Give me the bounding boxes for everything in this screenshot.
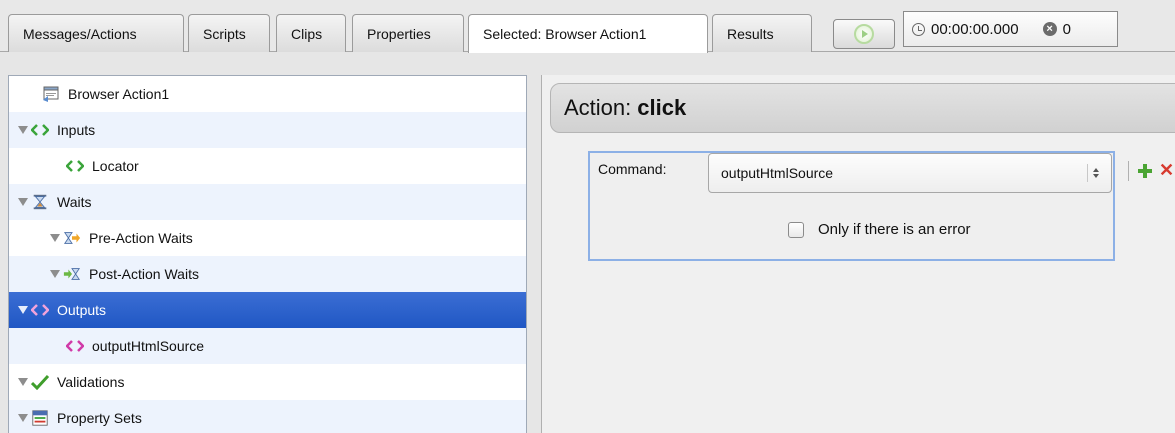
tree-item-label: Validations	[57, 374, 125, 390]
tree-item-validations[interactable]: Validations	[9, 364, 526, 400]
disclosure-triangle-icon[interactable]	[18, 198, 28, 206]
tab-label: Properties	[367, 25, 431, 42]
error-only-checkbox[interactable]	[788, 221, 804, 238]
tree-item-label: Outputs	[57, 302, 107, 318]
tab-label: Results	[727, 25, 774, 42]
action-detail-panel: Action: click Command: outputHtmlSource …	[541, 75, 1175, 433]
command-label: Command:	[598, 161, 667, 177]
tab-selected-browser-action[interactable]: Selected: Browser Action1	[468, 14, 708, 53]
tree-item-browser-action[interactable]: Browser Action1	[9, 76, 526, 112]
tab-bar: Messages/Actions Scripts Clips Propertie…	[0, 0, 1175, 53]
action-tree: Browser Action1 Inputs Locator Waits Pre…	[8, 75, 527, 433]
command-select[interactable]: outputHtmlSource	[708, 153, 1112, 193]
tree-item-label: Inputs	[57, 122, 96, 138]
disclosure-triangle-icon[interactable]	[18, 378, 28, 386]
tab-clips[interactable]: Clips	[276, 14, 346, 52]
tree-item-label: Locator	[92, 158, 139, 174]
tab-label: Clips	[291, 25, 323, 42]
hourglass-icon	[31, 193, 49, 211]
tree-item-output-html-source[interactable]: outputHtmlSource	[9, 328, 526, 364]
tab-label: Selected: Browser Action1	[483, 26, 647, 42]
disclosure-triangle-icon[interactable]	[50, 234, 60, 242]
tree-item-label: Property Sets	[57, 410, 142, 426]
code-brackets-icon	[66, 157, 84, 175]
disclosure-triangle-icon[interactable]	[50, 270, 60, 278]
disclosure-triangle-icon[interactable]	[18, 414, 28, 422]
code-brackets-icon	[31, 121, 49, 139]
pre-wait-icon	[63, 229, 81, 247]
tree-item-label: Browser Action1	[68, 86, 170, 102]
command-box: Command: outputHtmlSource Only if there …	[588, 151, 1115, 261]
code-brackets-icon	[31, 301, 49, 319]
tree-item-label: outputHtmlSource	[92, 338, 205, 354]
tree-item-label: Pre-Action Waits	[89, 230, 193, 246]
timer-value: 00:00:00.000	[931, 20, 1019, 38]
select-arrows-icon	[1087, 164, 1103, 182]
action-prefix: Action:	[564, 95, 632, 120]
post-wait-icon	[63, 265, 81, 283]
delete-icon[interactable]: ✕	[1159, 161, 1175, 179]
property-table-icon	[31, 409, 49, 427]
tree-item-locator[interactable]: Locator	[9, 148, 526, 184]
tree-item-post-action-waits[interactable]: Post-Action Waits	[9, 256, 526, 292]
action-name: click	[637, 95, 687, 120]
error-only-option: Only if there is an error	[788, 221, 971, 238]
browser-window-icon	[42, 85, 60, 103]
play-icon	[854, 24, 874, 44]
tab-label: Messages/Actions	[23, 25, 137, 42]
tab-properties[interactable]: Properties	[352, 14, 464, 52]
error-count: 0	[1062, 20, 1071, 38]
disclosure-triangle-icon[interactable]	[18, 126, 28, 134]
tree-item-property-sets[interactable]: Property Sets	[9, 400, 526, 433]
tree-item-pre-action-waits[interactable]: Pre-Action Waits	[9, 220, 526, 256]
tab-messages-actions[interactable]: Messages/Actions	[8, 14, 184, 52]
tab-label: Scripts	[203, 25, 246, 42]
tree-item-outputs[interactable]: Outputs	[9, 292, 526, 328]
run-button[interactable]	[833, 19, 895, 49]
tree-item-label: Waits	[57, 194, 92, 210]
command-value: outputHtmlSource	[721, 165, 834, 181]
error-count-icon: ×	[1042, 22, 1057, 36]
tab-scripts[interactable]: Scripts	[188, 14, 270, 52]
checkmark-icon	[31, 373, 49, 391]
tab-results[interactable]: Results	[712, 14, 812, 52]
error-only-label: Only if there is an error	[818, 221, 971, 238]
tree-item-inputs[interactable]: Inputs	[9, 112, 526, 148]
clock-icon	[912, 22, 925, 36]
tree-item-waits[interactable]: Waits	[9, 184, 526, 220]
timer-display: 00:00:00.000 × 0	[903, 11, 1118, 47]
add-icon[interactable]	[1137, 163, 1153, 179]
divider	[1128, 161, 1129, 181]
code-brackets-icon	[66, 337, 84, 355]
action-header: Action: click	[550, 83, 1175, 133]
tree-item-label: Post-Action Waits	[89, 266, 199, 282]
disclosure-triangle-icon[interactable]	[18, 306, 28, 314]
